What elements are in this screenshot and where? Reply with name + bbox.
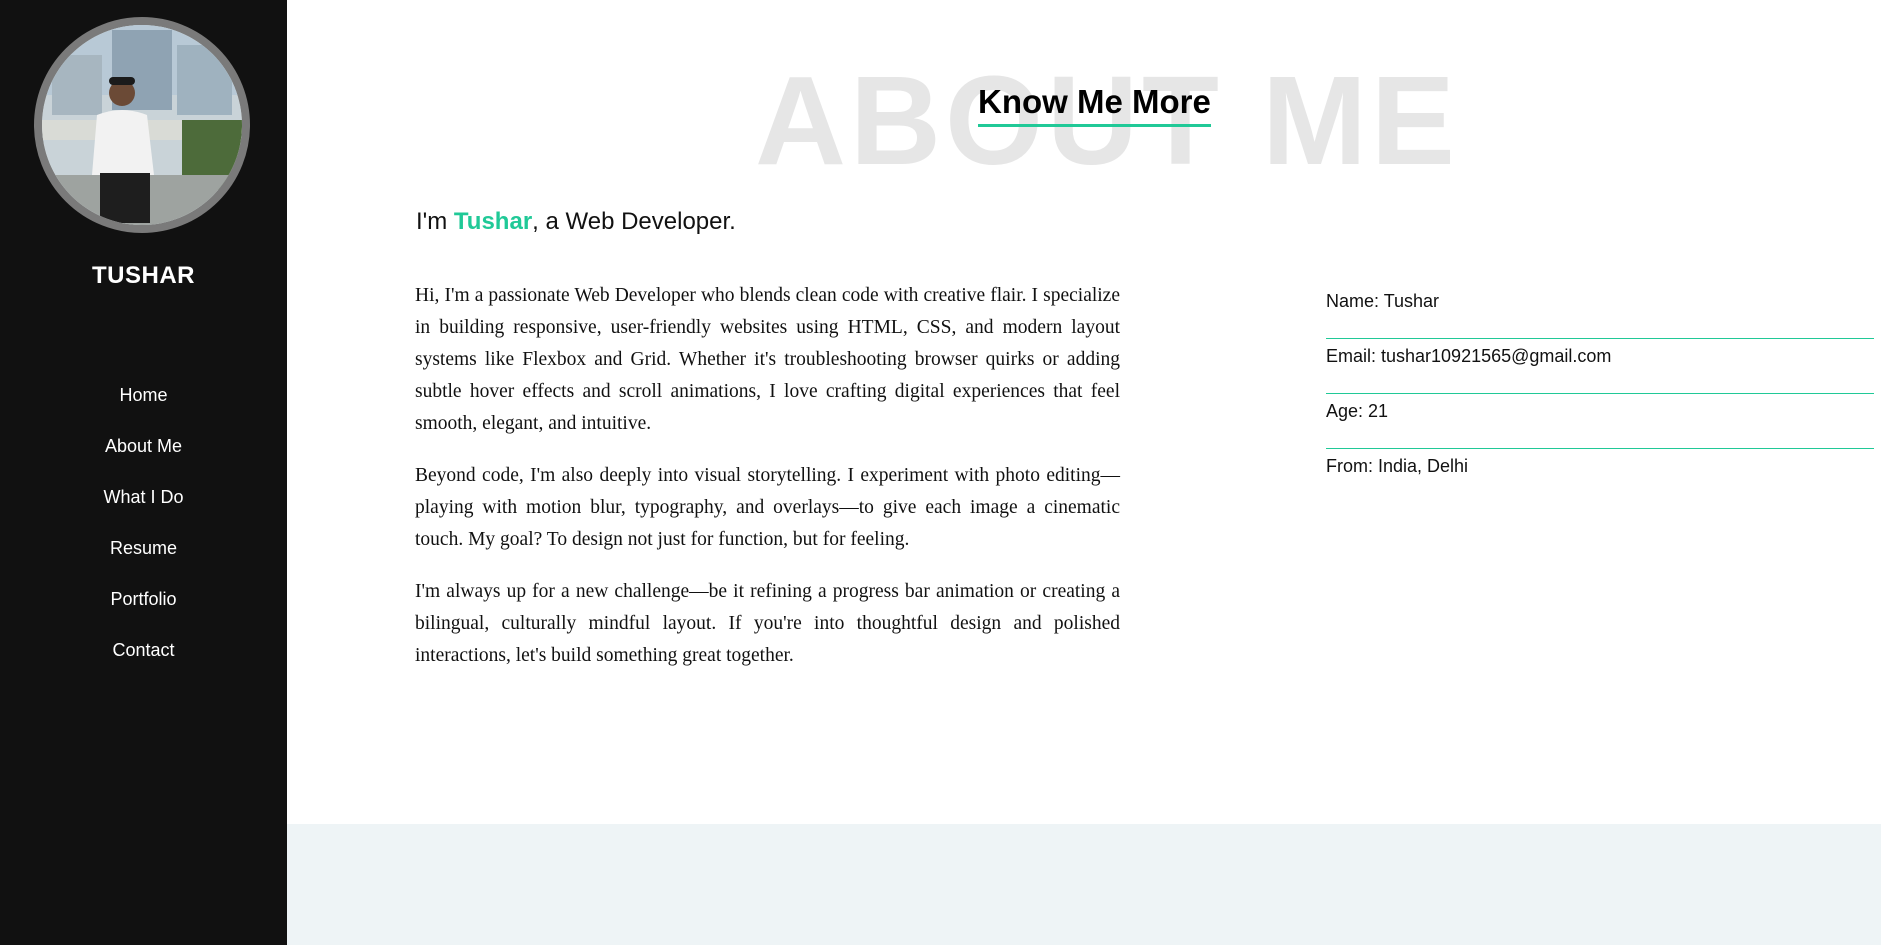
profile-avatar [34, 17, 250, 233]
sidebar: TUSHAR Home About Me What I Do Resume Po… [0, 0, 287, 945]
next-section-band [287, 824, 1881, 945]
nav-item-resume[interactable]: Resume [0, 531, 287, 582]
nav-item-about-me[interactable]: About Me [0, 429, 287, 480]
nav-item-what-i-do[interactable]: What I Do [0, 480, 287, 531]
intro-suffix: , a Web Developer. [532, 208, 736, 235]
info-from: From: India, Delhi [1326, 456, 1469, 476]
bio-paragraph: Hi, I'm a passionate Web Developer who b… [415, 285, 1120, 434]
nav-item-contact[interactable]: Contact [0, 633, 287, 684]
sidebar-nav: Home About Me What I Do Resume Portfolio… [0, 378, 287, 684]
section-heading: Know Me More [978, 82, 1211, 127]
brand-name[interactable]: TUSHAR [0, 262, 287, 290]
bio-paragraph: Beyond code, I'm also deeply into visual… [415, 465, 1120, 550]
info-email: Email: tushar10921565@gmail.com [1326, 340, 1874, 394]
info-name: Name: Tushar [1326, 285, 1874, 339]
intro-line: I'm Tushar, a Web Developer. [416, 208, 736, 236]
intro-name: Tushar [453, 208, 533, 235]
about-section: ABOUT ME Know Me More I'm Tushar, a Web … [287, 0, 1881, 945]
info-age: Age: 21 [1326, 395, 1874, 449]
bio-text: Hi, I'm a passionate Web Developer who b… [415, 280, 1120, 692]
personal-info-list: Name: Tushar Email: tushar10921565@gmail… [1326, 285, 1874, 505]
bio-paragraph: I'm always up for a new challenge—be it … [415, 581, 1120, 666]
profile-photo-icon [42, 25, 242, 225]
nav-item-portfolio[interactable]: Portfolio [0, 582, 287, 633]
nav-item-home[interactable]: Home [0, 378, 287, 429]
intro-prefix: I'm [416, 208, 454, 235]
